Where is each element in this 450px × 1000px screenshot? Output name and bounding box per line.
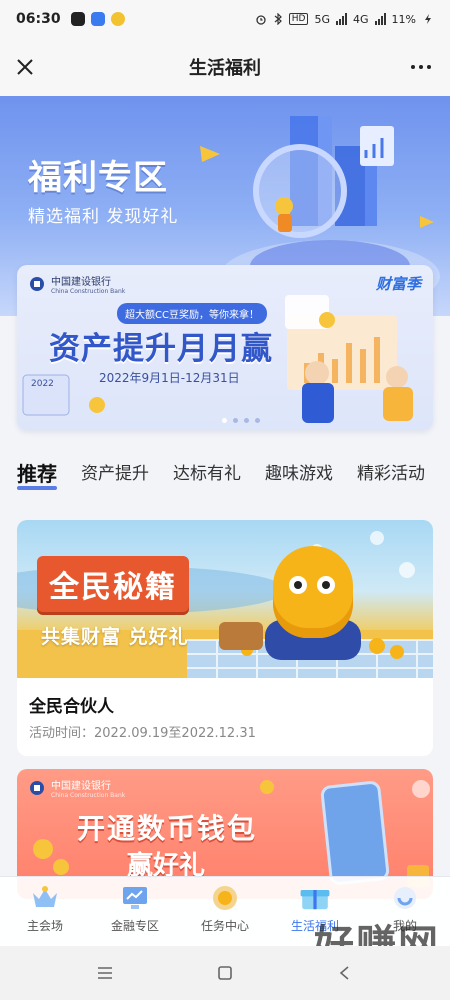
carousel-dots [222, 418, 260, 423]
home-button[interactable] [210, 958, 240, 988]
banner-tag: 超大额CC豆奖励，等你来拿！ [117, 303, 267, 324]
network-5g: 5G [314, 12, 331, 26]
activity-time: 活动时间：2022.09.19至2022.12.31 [29, 726, 256, 741]
nav-life-welfare[interactable]: 生活福利 [270, 883, 360, 934]
charging-icon [425, 14, 431, 24]
banner-headline: 资产提升月月赢 [49, 331, 273, 367]
signal-icon [374, 13, 386, 25]
close-icon [17, 59, 33, 75]
close-button[interactable] [10, 52, 40, 82]
back-button[interactable] [330, 958, 360, 988]
carousel-dot [255, 418, 260, 423]
bottom-nav: 主会场 金融专区 任务中心 生活福利 我的 [0, 876, 450, 946]
battery-level: 11% [391, 12, 416, 26]
menu-button[interactable] [90, 958, 120, 988]
carousel-dot [244, 418, 249, 423]
nav-label: 金融专区 [110, 919, 159, 933]
category-tabs: 推荐 资产提升 达标有礼 趣味游戏 精彩活动 [0, 456, 450, 496]
signal-icon [336, 13, 348, 25]
calendar-year: 2022 [31, 379, 54, 389]
bluetooth-icon [274, 13, 282, 25]
more-icon-dot [419, 65, 423, 69]
bank-name-en: China Construction Bank [51, 288, 126, 295]
profile-icon [389, 883, 421, 913]
carousel-dot [233, 418, 238, 423]
back-icon [339, 966, 349, 980]
nav-finance-zone[interactable]: 金融专区 [90, 883, 180, 934]
coin-icon [209, 883, 241, 913]
app-notification-icon [110, 12, 125, 26]
nav-my-profile[interactable]: 我的 [360, 883, 450, 934]
hero-subtitle: 精选福利 发现好礼 [28, 207, 179, 227]
carousel-dot [222, 418, 227, 423]
more-button[interactable] [406, 52, 436, 82]
title-bar: 生活福利 [0, 38, 450, 96]
activity-card[interactable]: 全民秘籍 共集财富 兑好礼 全民合伙人 活动时间：2022.09.19至2022… [17, 520, 433, 756]
monitor-chart-icon [119, 883, 151, 913]
activity-card-2-title: 开通数币钱包 [77, 812, 258, 845]
network-4g: 4G [353, 12, 369, 26]
menu-icon [98, 967, 112, 979]
tab-fun-games[interactable]: 趣味游戏 [265, 456, 333, 492]
nav-label: 我的 [392, 919, 417, 933]
activity-card-banner-title: 全民秘籍 [37, 556, 189, 612]
status-indicators: HD 5G 4G 11% [255, 13, 434, 26]
nav-label: 生活福利 [290, 919, 339, 933]
basket-icon [219, 622, 263, 650]
more-icon-dot [427, 65, 431, 69]
tab-recommend[interactable]: 推荐 [17, 456, 57, 492]
app-notification-icon [90, 12, 105, 26]
nav-task-center[interactable]: 任务中心 [180, 883, 270, 934]
more-icon [411, 65, 415, 69]
nav-label: 任务中心 [200, 919, 249, 933]
activity-name: 全民合伙人 [29, 697, 114, 717]
ccb-logo-icon [30, 277, 44, 291]
system-nav-bar [0, 946, 450, 1000]
app-notification-icon [70, 12, 85, 26]
crown-icon [29, 883, 61, 913]
status-time: 06:30 [16, 11, 61, 27]
hero-title: 福利专区 [28, 158, 168, 198]
hd-badge: HD [288, 13, 309, 25]
mascot-eye [289, 576, 307, 594]
tab-featured-events[interactable]: 精彩活动 [357, 456, 425, 492]
home-square-icon [218, 966, 232, 980]
promo-carousel[interactable]: 中国建设银行 China Construction Bank 财富季 超大额CC… [17, 265, 433, 430]
tab-target-reward[interactable]: 达标有礼 [173, 456, 241, 492]
alarm-icon [256, 15, 266, 25]
nav-main-venue[interactable]: 主会场 [0, 883, 90, 934]
nav-label: 主会场 [26, 919, 63, 933]
activity-card-banner-subtitle: 共集财富 兑好礼 [41, 626, 189, 648]
banner-date: 2022年9月1日-12月31日 [99, 371, 240, 385]
page-title: 生活福利 [189, 58, 261, 79]
gift-box-icon [299, 883, 331, 913]
bank-logo: 中国建设银行 China Construction Bank [29, 273, 125, 295]
mascot-eye [317, 576, 335, 594]
bank-name: 中国建设银行 [51, 277, 111, 288]
tab-asset-growth[interactable]: 资产提升 [81, 456, 149, 492]
banner-brand: 财富季 [375, 275, 421, 293]
status-bar: 06:30 HD 5G 4G 11% [0, 0, 450, 38]
activity-card-image: 全民秘籍 共集财富 兑好礼 [17, 520, 433, 678]
mascot-icon [273, 546, 353, 638]
